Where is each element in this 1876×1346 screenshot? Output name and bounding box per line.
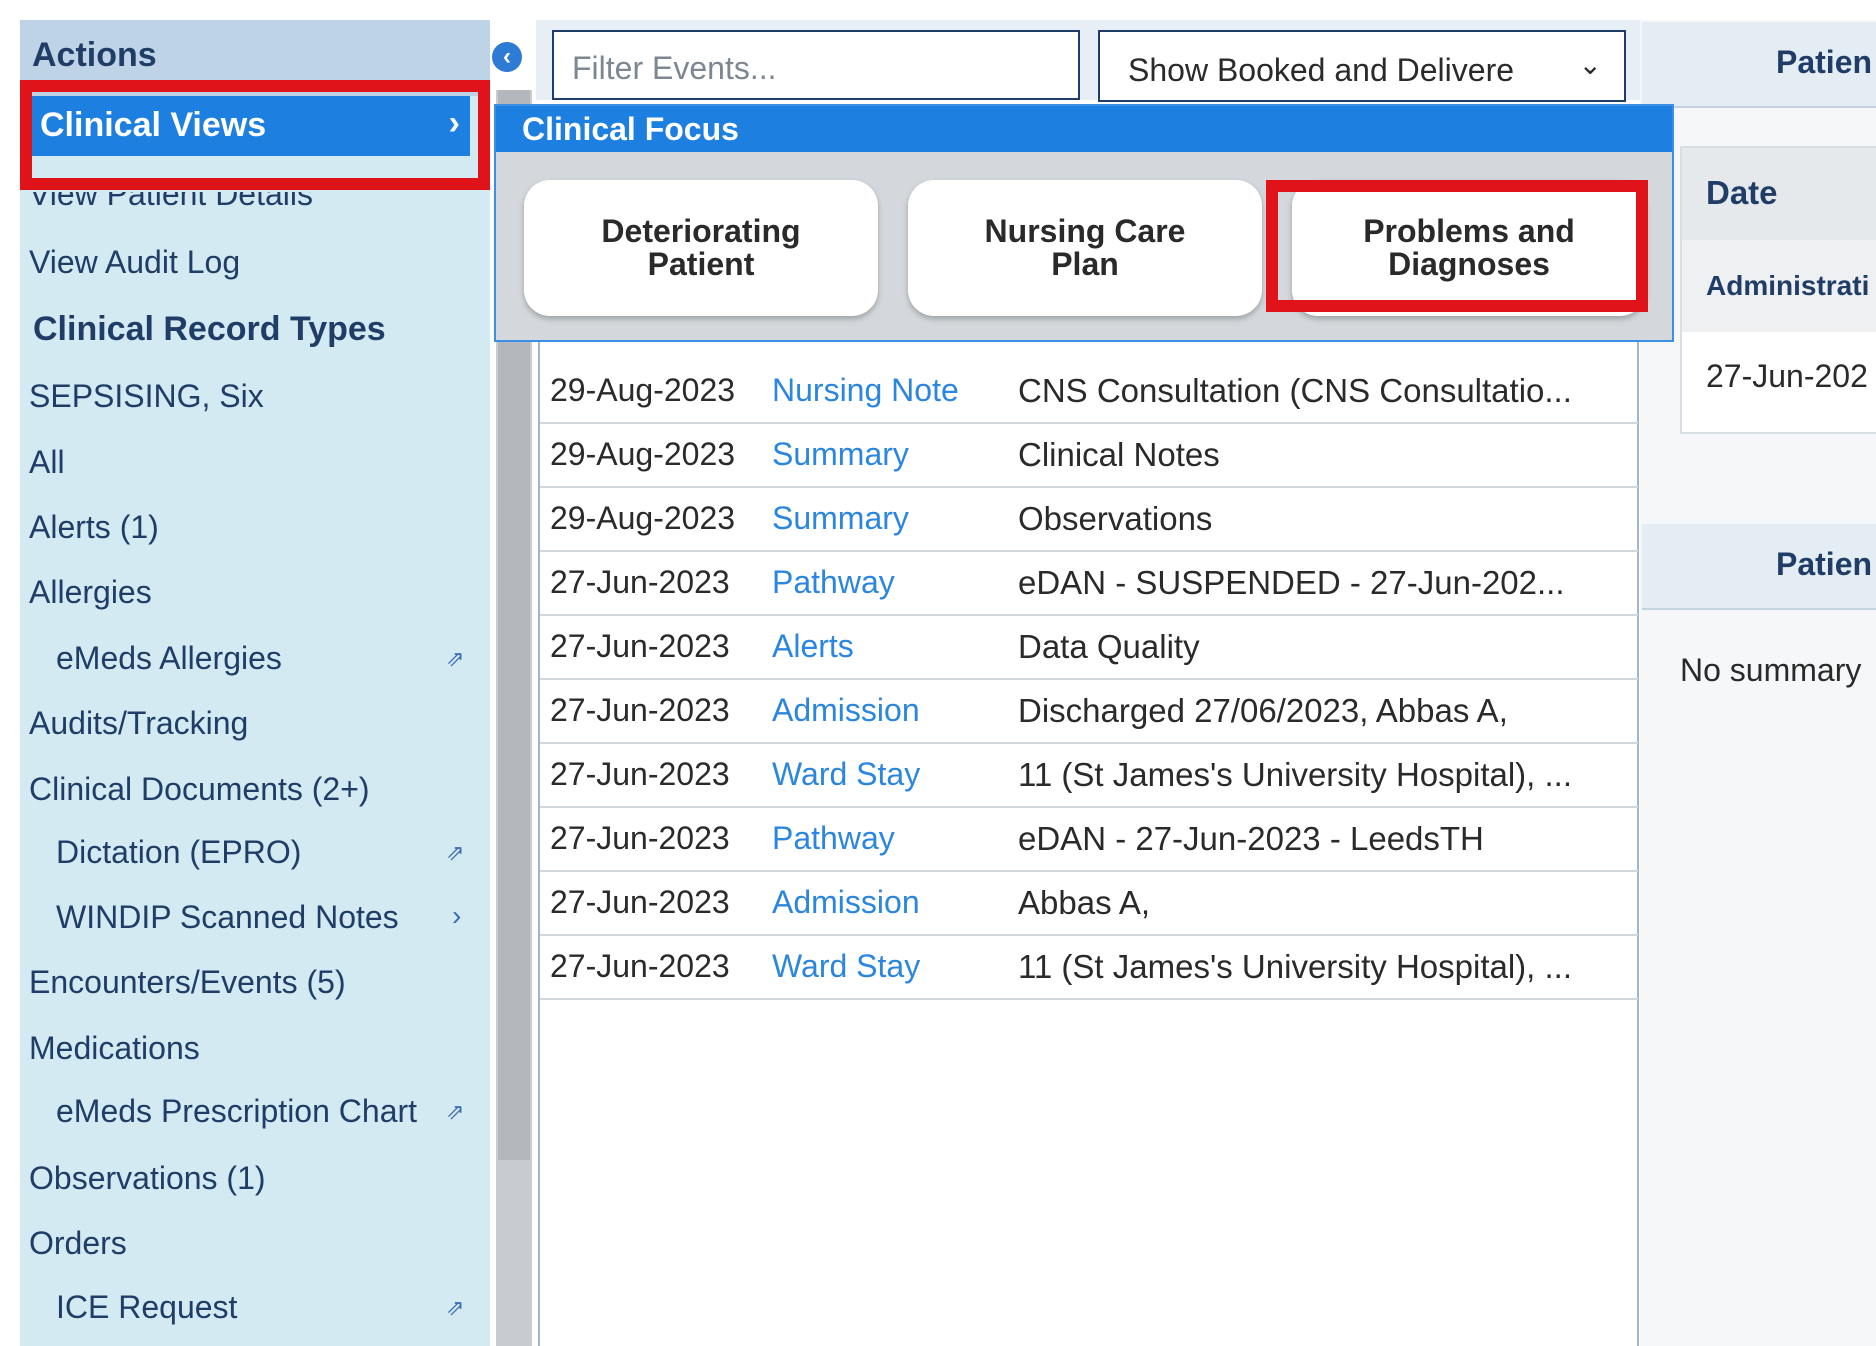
table-row[interactable]: 27-Jun-2023 Pathway eDAN - 27-Jun-2023 -… — [540, 808, 1638, 872]
event-date: 27-Jun-2023 — [550, 884, 730, 920]
clinical-focus-title-bar: Clinical Focus — [496, 106, 1672, 152]
patient-panel-title: Patien — [1776, 44, 1873, 80]
clinical-focus-title: Clinical Focus — [522, 111, 739, 147]
sidebar-item-medications[interactable]: Medications — [29, 1030, 200, 1067]
table-row[interactable]: 27-Jun-2023 Ward Stay 11 (St James's Uni… — [540, 936, 1638, 1000]
event-type-link[interactable]: Ward Stay — [772, 756, 920, 793]
nursing-care-plan-button[interactable]: Nursing Care Plan — [908, 180, 1262, 316]
sidebar-item-patient-name[interactable]: SEPSISING, Six — [29, 378, 264, 415]
administration-group-label: Administrati — [1706, 270, 1870, 301]
admission-date: 27-Jun-202 — [1706, 358, 1868, 394]
actions-title: Actions — [32, 36, 157, 74]
show-events-select[interactable]: Show Booked and Delivere ⌄ — [1098, 30, 1626, 102]
patient-admissions-table: Date Administrati 27-Jun-202 — [1680, 146, 1876, 434]
event-date: 29-Aug-2023 — [550, 436, 736, 472]
table-header: Date — [1682, 148, 1876, 240]
sidebar-item-all[interactable]: All — [29, 444, 65, 481]
table-row[interactable]: 29-Aug-2023 Summary Observations — [540, 488, 1638, 552]
sidebar-item-view-audit-log[interactable]: View Audit Log — [29, 244, 240, 281]
table-row[interactable]: 27-Jun-2023 Ward Stay 11 (St James's Uni… — [540, 744, 1638, 808]
clinical-record-types-heading: Clinical Record Types — [33, 310, 386, 348]
sidebar: Actions — [20, 20, 490, 1346]
event-type-link[interactable]: Pathway — [772, 820, 895, 857]
patient-panel-header: Patien — [1642, 22, 1876, 108]
chevron-right-icon: › — [452, 900, 462, 931]
sidebar-item-encounters-events[interactable]: Encounters/Events (5) — [29, 964, 346, 1001]
event-date: 27-Jun-2023 — [550, 692, 730, 728]
event-type-link[interactable]: Admission — [772, 692, 920, 729]
sidebar-item-alerts[interactable]: Alerts (1) — [29, 509, 159, 546]
event-date: 29-Aug-2023 — [550, 372, 736, 408]
date-column-header[interactable]: Date — [1706, 174, 1778, 212]
event-type-link[interactable]: Admission — [772, 884, 920, 921]
problems-and-diagnoses-button[interactable]: Problems and Diagnoses — [1292, 180, 1646, 316]
sidebar-item-emeds-prescription-chart[interactable]: eMeds Prescription Chart — [56, 1093, 417, 1130]
sidebar-item-dictation-epro[interactable]: Dictation (EPRO) — [56, 834, 301, 871]
event-description: 11 (St James's University Hospital), ... — [1018, 756, 1573, 793]
event-description: Discharged 27/06/2023, Abbas A, — [1018, 692, 1508, 729]
sidebar-item-orders[interactable]: Orders — [29, 1225, 127, 1262]
event-type-link[interactable]: Nursing Note — [772, 372, 959, 409]
sidebar-item-ice-request[interactable]: ICE Request — [56, 1289, 237, 1326]
chevron-down-icon: ⌄ — [1578, 49, 1602, 80]
event-description: Abbas A, — [1018, 884, 1151, 921]
chevron-right-icon: › — [448, 104, 460, 142]
event-description: eDAN - 27-Jun-2023 - LeedsTH — [1018, 820, 1484, 857]
actions-header: Actions — [20, 20, 490, 96]
event-date: 27-Jun-2023 — [550, 756, 730, 792]
event-description: Clinical Notes — [1018, 436, 1220, 473]
sidebar-item-clinical-documents[interactable]: Clinical Documents (2+) — [29, 771, 370, 808]
event-description: CNS Consultation (CNS Consultatio... — [1018, 372, 1572, 409]
patient-summary-header: Patien — [1642, 524, 1876, 610]
collapse-sidebar-icon[interactable]: ‹ — [492, 42, 522, 72]
sidebar-item-audits-tracking[interactable]: Audits/Tracking — [29, 705, 248, 742]
event-type-link[interactable]: Summary — [772, 500, 909, 537]
event-type-link[interactable]: Pathway — [772, 564, 895, 601]
table-row[interactable]: 27-Jun-2023 Pathway eDAN - SUSPENDED - 2… — [540, 552, 1638, 616]
problems-and-diagnoses-label: Problems and Diagnoses — [1363, 213, 1575, 282]
sidebar-item-windip-scanned-notes[interactable]: WINDIP Scanned Notes — [56, 899, 399, 936]
deteriorating-patient-label: Deteriorating Patient — [601, 213, 801, 282]
clinical-views-label: Clinical Views — [40, 106, 267, 144]
table-row[interactable]: 27-Jun-2023 Admission Abbas A, — [540, 872, 1638, 936]
event-date: 27-Jun-2023 — [550, 564, 730, 600]
sidebar-item-clinical-views[interactable]: Clinical Views › — [20, 96, 470, 156]
event-date: 29-Aug-2023 — [550, 500, 736, 536]
table-group-row: Administrati — [1682, 240, 1876, 332]
event-description: 11 (St James's University Hospital), ... — [1018, 948, 1573, 985]
event-type-link[interactable]: Alerts — [772, 628, 854, 665]
event-date: 27-Jun-2023 — [550, 948, 730, 984]
sidebar-item-emeds-allergies[interactable]: eMeds Allergies — [56, 640, 282, 677]
sidebar-item-observations[interactable]: Observations (1) — [29, 1160, 266, 1197]
external-link-icon: ⇗ — [446, 1295, 465, 1320]
patient-summary-title: Patien — [1776, 546, 1873, 582]
event-description: eDAN - SUSPENDED - 27-Jun-202... — [1018, 564, 1565, 601]
filter-placeholder: Filter Events... — [572, 50, 777, 86]
deteriorating-patient-button[interactable]: Deteriorating Patient — [524, 180, 878, 316]
no-summary-text: No summary — [1680, 652, 1862, 688]
external-link-icon: ⇗ — [446, 840, 465, 865]
table-row[interactable]: 27-Jun-2023 Admission Discharged 27/06/2… — [540, 680, 1638, 744]
event-date: 27-Jun-2023 — [550, 628, 730, 664]
event-description: Observations — [1018, 500, 1213, 537]
clinical-focus-popup: Clinical Focus Deteriorating Patient Nur… — [494, 104, 1674, 342]
event-type-link[interactable]: Ward Stay — [772, 948, 920, 985]
external-link-icon: ⇗ — [446, 1099, 465, 1124]
table-row[interactable]: 27-Jun-2023 Alerts Data Quality — [540, 616, 1638, 680]
table-row[interactable]: 29-Aug-2023 Summary Clinical Notes — [540, 424, 1638, 488]
nursing-care-plan-label: Nursing Care Plan — [984, 213, 1186, 282]
sidebar-item-allergies[interactable]: Allergies — [29, 574, 152, 611]
event-date: 27-Jun-2023 — [550, 820, 730, 856]
table-row[interactable]: 29-Aug-2023 Nursing Note CNS Consultatio… — [540, 360, 1638, 424]
show-select-value: Show Booked and Delivere — [1128, 52, 1515, 88]
filter-events-input[interactable]: Filter Events... — [552, 30, 1080, 100]
event-type-link[interactable]: Summary — [772, 436, 909, 473]
external-link-icon: ⇗ — [446, 646, 465, 671]
event-description: Data Quality — [1018, 628, 1200, 665]
